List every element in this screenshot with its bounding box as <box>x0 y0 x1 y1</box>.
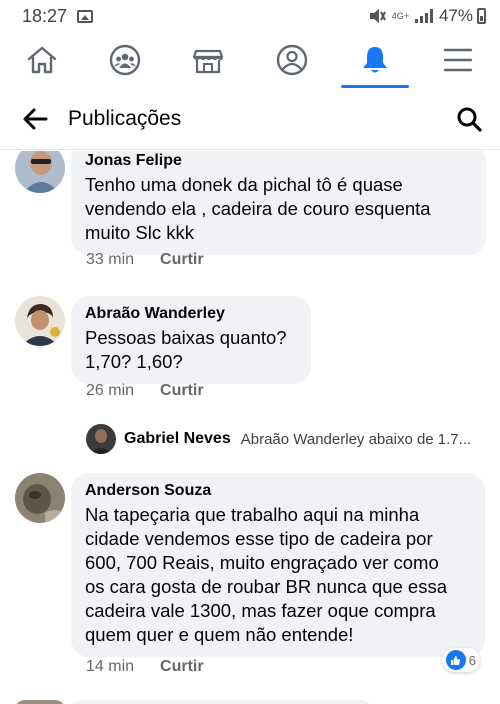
comment-line: cadeira vale 1300, mas fazer oque compra <box>85 600 436 621</box>
status-time: 18:27 <box>22 5 68 26</box>
avatar-photo <box>15 151 65 193</box>
avatar[interactable] <box>15 473 65 523</box>
comment-text: Pessoas baixas quanto? 1,70? 1,60? <box>85 326 297 374</box>
comment-line: cidade vendemos esse tipo de cadeira por <box>85 528 433 549</box>
profile-icon <box>276 44 307 76</box>
tab-notifications[interactable] <box>333 32 416 88</box>
comment-bubble[interactable]: Jonas Felipe Tenho uma donek da pichal t… <box>71 151 486 255</box>
comment-meta: 33 min Curtir <box>86 251 204 269</box>
comment-bubble[interactable]: Anderson Souza Na tapeçaria que trabalho… <box>71 473 485 657</box>
bell-icon <box>362 47 387 73</box>
comment-time[interactable]: 14 min <box>86 658 134 676</box>
avatar[interactable] <box>15 296 65 346</box>
comment-author[interactable]: Abraão Wanderley <box>85 304 297 324</box>
comment-meta: 26 min Curtir <box>86 382 204 400</box>
comment-text: Tenho uma donek da pichal tô é quase ven… <box>85 173 472 245</box>
battery-level: 47% <box>438 6 473 25</box>
comment-time[interactable]: 33 min <box>86 251 134 269</box>
comment-bubble[interactable] <box>71 700 371 704</box>
network-type: 4G+ <box>391 10 409 21</box>
reaction-count: 6 <box>468 652 476 668</box>
reaction-summary[interactable]: 6 <box>441 648 480 672</box>
comment-line: Pessoas baixas quanto? <box>85 327 287 348</box>
tab-marketplace[interactable] <box>167 32 250 88</box>
tab-home[interactable] <box>0 32 83 88</box>
tab-groups[interactable] <box>83 32 166 88</box>
marketplace-icon <box>193 49 224 74</box>
reply-text: Abraão Wanderley abaixo de 1.7... <box>240 430 472 448</box>
comment-line: Na tapeçaria que trabalho aqui na minha <box>85 504 420 525</box>
status-indicators: 4G+ 47% <box>368 6 486 26</box>
comment-meta: 14 min Curtir <box>86 658 204 676</box>
back-button[interactable] <box>0 88 70 150</box>
like-button[interactable]: Curtir <box>160 658 204 676</box>
comment-line: os cara gosta de roubar BR nunca que ess… <box>85 576 448 597</box>
gallery-notification-icon <box>77 9 94 23</box>
comment-line: muito Slc kkk <box>85 222 194 243</box>
groups-icon <box>109 44 141 76</box>
comment-time[interactable]: 26 min <box>86 382 134 400</box>
signal-icon <box>414 9 433 23</box>
mute-icon <box>369 9 386 23</box>
home-icon <box>27 46 56 74</box>
comment-feed[interactable]: Jonas Felipe Tenho uma donek da pichal t… <box>0 151 500 704</box>
page-title: Publicações <box>68 106 182 130</box>
comment-text: Na tapeçaria que trabalho aqui na minha … <box>85 503 471 647</box>
tab-menu[interactable] <box>417 32 500 88</box>
arrow-left-icon <box>23 108 48 129</box>
comment-author[interactable]: Jonas Felipe <box>85 151 472 171</box>
comment-author[interactable]: Anderson Souza <box>85 481 471 501</box>
like-button[interactable]: Curtir <box>160 382 204 400</box>
avatar[interactable] <box>15 700 65 704</box>
comment-line: Tenho uma donek da pichal tô é quase <box>85 174 403 195</box>
tab-navigation <box>0 32 500 88</box>
page-header: Publicações <box>0 88 500 150</box>
like-reaction-icon <box>445 650 466 670</box>
comment-line: 1,70? 1,60? <box>85 351 183 372</box>
comment-line: quem quer e quem não entende! <box>85 624 354 645</box>
menu-icon <box>444 48 473 72</box>
reply-author[interactable]: Gabriel Neves <box>124 430 231 448</box>
avatar-photo <box>15 473 65 523</box>
battery-icon <box>477 8 486 24</box>
reply-preview[interactable]: Gabriel Neves Abraão Wanderley abaixo de… <box>86 423 486 455</box>
like-button[interactable]: Curtir <box>160 251 204 269</box>
comment-line: 600, 700 Reais, muito engraçado ver como <box>85 552 439 573</box>
reply-avatar[interactable] <box>86 424 116 454</box>
search-button[interactable] <box>438 88 500 150</box>
comment-bubble[interactable]: Abraão Wanderley Pessoas baixas quanto? … <box>71 296 311 384</box>
comment-line: vendendo ela , cadeira de couro esquenta <box>85 198 431 219</box>
search-icon <box>457 107 482 132</box>
avatar-photo <box>86 424 116 454</box>
avatar-photo <box>15 296 65 346</box>
status-bar: 18:27 4G+ 47% <box>0 0 500 32</box>
tab-profile[interactable] <box>250 32 333 88</box>
avatar[interactable] <box>15 151 65 193</box>
